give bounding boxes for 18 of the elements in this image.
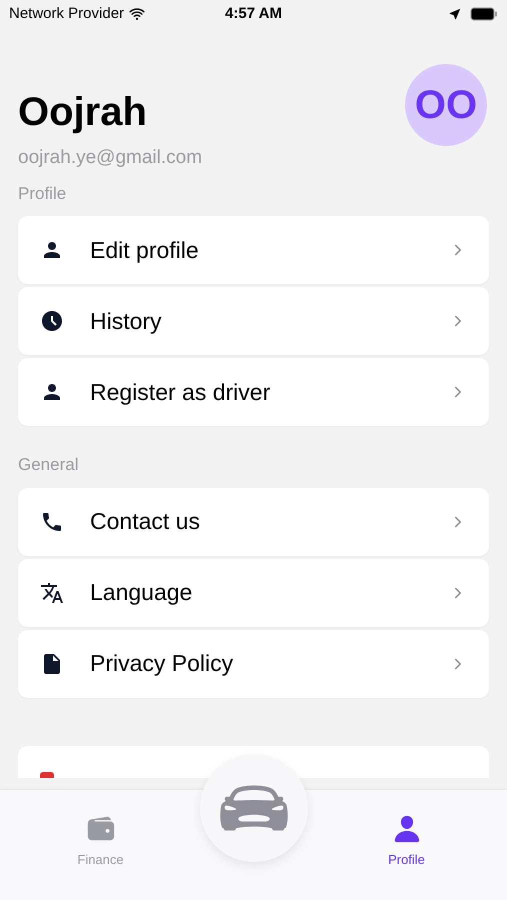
tab-item[interactable]: Profile	[306, 790, 507, 900]
clock-icon	[40, 309, 64, 333]
menu-item[interactable]: Edit profile	[18, 216, 489, 284]
avatar[interactable]: OO	[405, 64, 487, 146]
menu-item[interactable]: Language	[18, 558, 489, 626]
carrier-name: Network Provider	[9, 4, 124, 24]
menu-item[interactable]: Contact us	[18, 488, 489, 556]
user-email: oojrah.ye@gmail.com	[18, 146, 204, 170]
location-icon	[448, 7, 462, 21]
translate-icon	[40, 580, 64, 604]
user-name: Oojrah	[18, 89, 148, 136]
section-title: Profile	[18, 182, 68, 204]
menu-item[interactable]: Register as driver	[18, 358, 489, 426]
clock-time: 4:57 AM	[225, 4, 282, 24]
menu-item[interactable]: History	[18, 287, 489, 355]
battery-icon	[470, 7, 498, 21]
menu-item[interactable]: Privacy Policy	[18, 630, 489, 698]
section-title: General	[18, 454, 80, 476]
